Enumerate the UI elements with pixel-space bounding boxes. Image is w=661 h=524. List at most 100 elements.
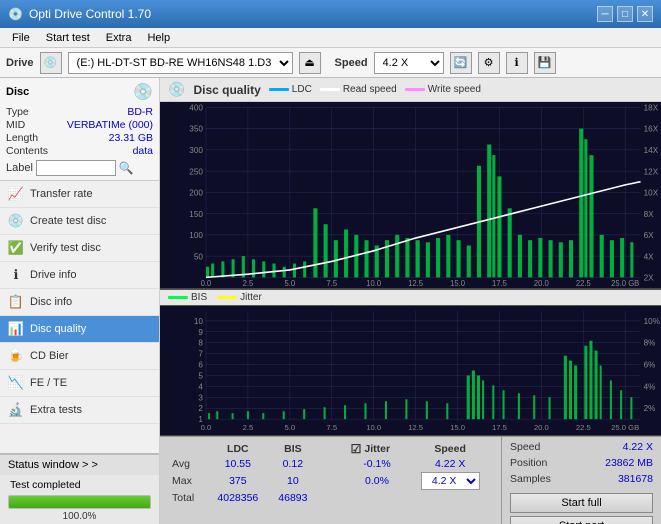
samples-value: 381678 [618,473,653,485]
menu-file[interactable]: File [4,30,38,46]
nav-disc-quality-label: Disc quality [30,323,86,335]
nav-create-test-disc-label: Create test disc [30,215,106,227]
disc-quality-header: 💿 Disc quality LDC Read speed Write spee… [160,78,661,102]
avg-speed: 4.22 X [407,457,493,471]
total-bis: 46893 [269,491,317,505]
nav-disc-quality[interactable]: 📊 Disc quality [0,316,159,343]
extra-tests-icon: 🔬 [8,402,24,418]
legend-ldc: LDC [269,84,312,95]
menu-help[interactable]: Help [139,30,178,46]
nav-transfer-rate-label: Transfer rate [30,188,93,200]
nav-create-test-disc[interactable]: 💿 Create test disc [0,208,159,235]
title-bar-left: 💿 Opti Drive Control 1.70 [8,7,151,21]
drive-select[interactable]: (E:) HL-DT-ST BD-RE WH16NS48 1.D3 [68,52,293,74]
svg-text:22.5: 22.5 [576,423,591,432]
speed-select[interactable]: 4.2 X [374,52,444,74]
start-part-button[interactable]: Start part [510,516,653,524]
fe-te-icon: 📉 [8,375,24,391]
disc-label-input[interactable] [36,160,116,176]
drive-icon-button[interactable]: 💿 [40,52,62,74]
nav-disc-info[interactable]: 📋 Disc info [0,289,159,316]
nav-transfer-rate[interactable]: 📈 Transfer rate [0,181,159,208]
chart2-header: BIS Jitter [160,289,661,306]
close-button[interactable]: ✕ [637,6,653,22]
svg-text:4: 4 [198,382,203,391]
sidebar: Disc 💿 Type BD-R MID VERBATIMe (000) Len… [0,78,160,524]
status-window-label: Status window > > [8,459,98,471]
legend-jitter: Jitter [217,292,262,303]
svg-text:100: 100 [189,230,203,240]
legend-write-speed: Write speed [405,84,481,95]
disc-quality-icon: 📊 [8,321,24,337]
svg-text:10X: 10X [644,187,659,197]
stats-right: Speed 4.22 X Position 23862 MB Samples 3… [501,437,661,524]
jitter-check: ☑ Jitter [351,442,404,456]
menu-start-test[interactable]: Start test [38,30,98,46]
legend-ldc-label: LDC [292,84,312,95]
disc-label-row: Label 🔍 [6,160,153,176]
refresh-button[interactable]: 🔄 [450,52,472,74]
maximize-button[interactable]: □ [617,6,633,22]
svg-text:2.5: 2.5 [243,279,254,288]
avg-label: Avg [168,457,207,471]
svg-text:7.5: 7.5 [326,279,337,288]
max-speed-select: 4.2 X [407,471,493,491]
stats-bar: LDC BIS ☑ Jitter Speed [160,436,661,524]
label-search-icon[interactable]: 🔍 [119,161,134,175]
disc-panel-title: Disc [6,86,29,98]
title-bar-controls: ─ □ ✕ [597,6,653,22]
drive-label: Drive [6,57,34,69]
disc-panel-icon: 💿 [133,82,153,102]
nav-verify-test-disc[interactable]: ✅ Verify test disc [0,235,159,262]
svg-text:6: 6 [198,361,203,370]
position-value: 23862 MB [605,457,653,469]
position-row: Position 23862 MB [510,457,653,469]
settings-button[interactable]: ⚙ [478,52,500,74]
svg-text:8: 8 [198,339,203,348]
disc-type-row: Type BD-R [6,106,153,118]
speed-badge-select[interactable]: 4.2 X [421,472,480,490]
menu-bar: File Start test Extra Help [0,28,661,48]
start-full-button[interactable]: Start full [510,493,653,513]
minimize-button[interactable]: ─ [597,6,613,22]
svg-text:300: 300 [189,145,203,155]
col-speed-header: Speed [407,441,493,457]
stats-left: LDC BIS ☑ Jitter Speed [160,437,501,524]
jitter-checkbox[interactable]: ☑ [351,442,362,456]
jitter-label: Jitter [364,443,390,455]
svg-text:2X: 2X [644,272,654,282]
max-bis: 10 [269,471,317,491]
svg-text:18X: 18X [644,102,659,112]
svg-text:150: 150 [189,209,203,219]
nav-verify-test-disc-label: Verify test disc [30,242,101,254]
status-window-button[interactable]: Status window > > [0,454,159,475]
save-button[interactable]: 💾 [534,52,556,74]
eject-button[interactable]: ⏏ [299,52,321,74]
max-label: Max [168,471,207,491]
legend-bis-label: BIS [191,292,207,303]
stats-total-row: Total 4028356 46893 [168,491,493,505]
svg-text:250: 250 [189,166,203,176]
max-jitter: 0.0% [347,471,408,491]
svg-text:12X: 12X [644,166,659,176]
stats-avg-row: Avg 10.55 0.12 -0.1% 4.22 X [168,457,493,471]
transfer-rate-icon: 📈 [8,186,24,202]
nav-drive-info-label: Drive info [30,269,76,281]
svg-text:20.0: 20.0 [534,423,549,432]
nav-fe-te[interactable]: 📉 FE / TE [0,370,159,397]
svg-text:50: 50 [194,251,203,261]
svg-text:10.0: 10.0 [366,279,382,288]
nav-cd-bier[interactable]: 🍺 CD Bier [0,343,159,370]
svg-text:8%: 8% [644,339,656,348]
svg-text:5.0: 5.0 [285,423,296,432]
disc-type-value: BD-R [127,106,153,118]
nav-extra-tests[interactable]: 🔬 Extra tests [0,397,159,424]
svg-text:10.0: 10.0 [366,423,381,432]
total-label: Total [168,491,207,505]
menu-extra[interactable]: Extra [98,30,140,46]
speed-label: Speed [335,57,368,69]
avg-ldc: 10.55 [207,457,270,471]
nav-drive-info[interactable]: ℹ Drive info [0,262,159,289]
total-spacer2 [347,491,408,505]
info-button[interactable]: ℹ [506,52,528,74]
